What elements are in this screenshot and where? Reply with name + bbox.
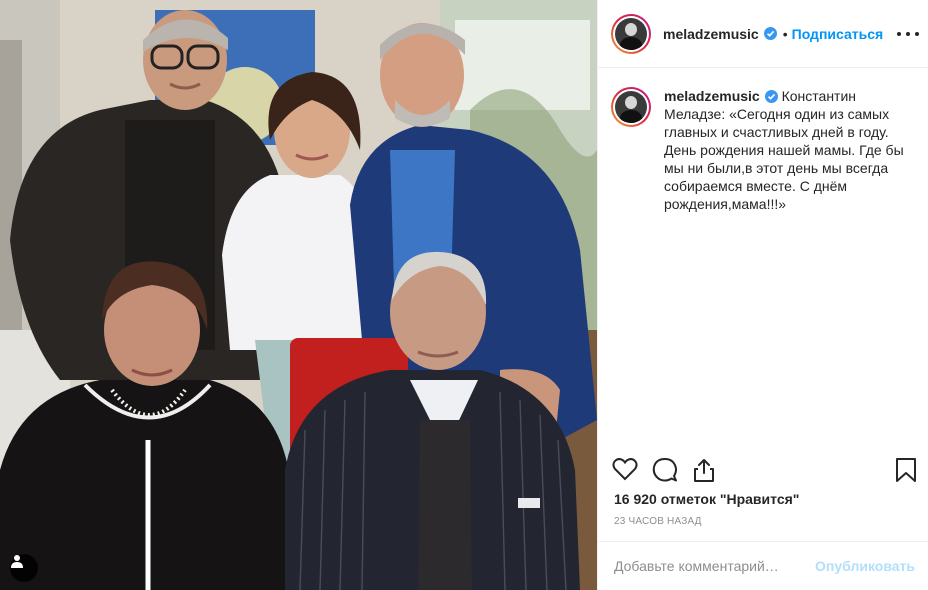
caption-line: Константин bbox=[781, 88, 857, 104]
likes-count[interactable]: 16 920 отметок "Нравится" bbox=[614, 491, 799, 507]
caption-line: мы ни были,в этот день мы всегда bbox=[664, 160, 889, 176]
comment-icon[interactable] bbox=[652, 457, 678, 483]
caption-text: meladzemusic Константин Меладзе: «Сегодн… bbox=[664, 87, 904, 213]
post-photo[interactable] bbox=[0, 0, 597, 590]
author-avatar[interactable] bbox=[611, 13, 651, 54]
separator-dot: • bbox=[782, 25, 788, 42]
post-side-panel: meladzemusic • Подписаться meladzemusic … bbox=[597, 0, 928, 590]
user-tag-icon bbox=[11, 555, 23, 568]
post-caption: meladzemusic Константин Меладзе: «Сегодн… bbox=[611, 87, 916, 213]
verified-badge-icon bbox=[763, 27, 777, 40]
comment-form: Опубликовать bbox=[598, 541, 928, 590]
caption-line: собираемся вместе. С днём bbox=[664, 178, 848, 194]
caption-line: главных и счастливых дней в году. bbox=[664, 124, 889, 140]
caption-line: День рождения нашей мамы. Где бы bbox=[664, 142, 904, 158]
post-timestamp[interactable]: 23 ЧАСОВ НАЗАД bbox=[614, 516, 702, 527]
publish-button[interactable]: Опубликовать bbox=[815, 558, 915, 574]
heart-icon[interactable] bbox=[612, 457, 638, 481]
more-options-icon[interactable] bbox=[897, 24, 919, 44]
caption-line: Меладзе: «Сегодня один из самых bbox=[664, 106, 890, 122]
caption-username[interactable]: meladzemusic bbox=[664, 88, 760, 104]
family-photo-illustration bbox=[0, 0, 597, 590]
author-username[interactable]: meladzemusic bbox=[663, 26, 759, 42]
post-header: meladzemusic • Подписаться bbox=[598, 0, 928, 68]
share-icon[interactable] bbox=[692, 457, 716, 483]
verified-badge-icon bbox=[764, 90, 778, 103]
comment-input[interactable] bbox=[614, 558, 816, 574]
post-actions bbox=[612, 455, 917, 487]
user-tag-button[interactable] bbox=[10, 554, 38, 582]
follow-button[interactable]: Подписаться bbox=[792, 26, 884, 42]
caption-line: рождения,мама!!!» bbox=[664, 196, 787, 212]
caption-avatar[interactable] bbox=[611, 87, 651, 127]
bookmark-icon[interactable] bbox=[895, 457, 917, 483]
